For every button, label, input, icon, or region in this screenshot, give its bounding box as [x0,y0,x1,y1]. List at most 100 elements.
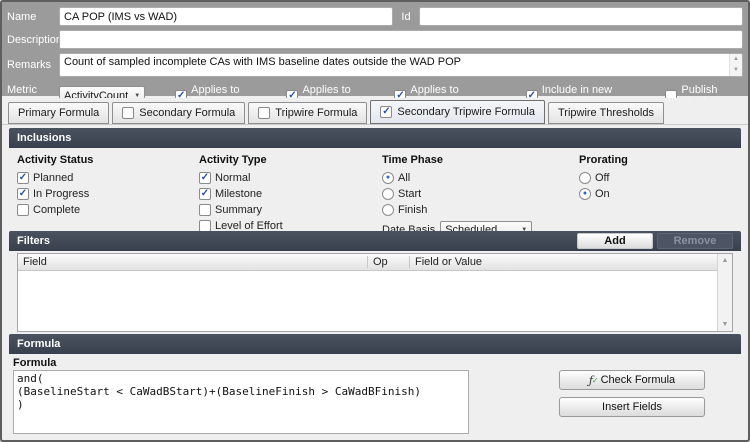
form-header: Name Id Description Remarks Count of sam… [2,2,748,96]
option-label: Off [595,172,609,184]
tab-tripwire-thresholds[interactable]: Tripwire Thresholds [548,102,664,124]
remarks-input[interactable]: Count of sampled incomplete CAs with IMS… [59,53,743,77]
add-filter-button[interactable]: Add [577,233,653,249]
column-field[interactable]: Field [18,256,368,268]
metric-editor-window: Name Id Description Remarks Count of sam… [0,0,750,442]
prorating-group: Prorating Off ● On [579,154,628,202]
scroll-down-icon[interactable]: ▼ [730,65,742,76]
checkbox-icon[interactable] [122,107,134,119]
scroll-up-icon[interactable]: ▲ [730,54,742,65]
radio-off[interactable]: Off [579,170,628,185]
filters-table: Field Op Field or Value ▲ ▼ [17,253,733,332]
checkbox-icon [199,204,211,216]
filters-table-header: Field Op Field or Value [18,254,717,271]
option-label: In Progress [33,188,89,200]
tab-label: Secondary Formula [139,107,235,119]
name-row: Name Id [7,7,743,26]
scroll-down-icon[interactable]: ▼ [718,318,732,331]
radio-all[interactable]: ● All [382,170,532,185]
option-label: Planned [33,172,73,184]
option-label: Complete [33,204,80,216]
check-formula-button[interactable]: ƒ✓ Check Formula [559,370,705,390]
tab-secondary-formula[interactable]: Secondary Formula [112,102,245,124]
section-title: Inclusions [17,128,733,148]
description-row: Description [7,30,743,49]
checkbox-icon [17,204,29,216]
checkbox-icon: ✓ [17,188,29,200]
radio-icon: ● [579,188,591,200]
tab-label: Tripwire Formula [275,107,357,119]
group-title: Activity Status [17,154,93,166]
tab-label: Primary Formula [18,107,99,119]
button-label: Check Formula [601,374,676,386]
tab-label: Secondary Tripwire Formula [397,106,535,118]
remarks-text: Count of sampled incomplete CAs with IMS… [60,54,729,76]
scroll-up-icon[interactable]: ▲ [718,254,732,267]
tab-tripwire-formula[interactable]: Tripwire Formula [248,102,367,124]
formula-header: Formula [9,334,741,354]
filters-scrollbar[interactable]: ▲ ▼ [717,254,732,331]
column-field-or-value[interactable]: Field or Value [410,256,717,268]
formula-sublabel: Formula [13,357,56,369]
formula-buttons: ƒ✓ Check Formula Insert Fields [559,370,705,424]
inclusions-header: Inclusions [9,128,741,148]
formula-body: Formula and( (BaselineStart < CaWadBStar… [9,354,741,440]
checkbox-icon: ✓ [199,172,211,184]
remarks-label: Remarks [7,59,59,71]
remarks-row: Remarks Count of sampled incomplete CAs … [7,53,743,77]
formula-tabbar: Primary Formula Secondary Formula Tripwi… [2,98,748,125]
filters-table-body[interactable] [18,271,717,331]
filters-section: Filters Add Remove Field Op Field or Val… [9,231,741,332]
option-label: On [595,188,610,200]
tab-label: Tripwire Thresholds [558,107,654,119]
option-label: Start [398,188,421,200]
checkbox-icon[interactable]: ✓ [380,106,392,118]
checkbox-icon [199,220,211,232]
group-title: Activity Type [199,154,283,166]
checkbox-icon: ✓ [17,172,29,184]
option-milestone[interactable]: ✓ Milestone [199,186,283,201]
option-label: Milestone [215,188,262,200]
group-title: Time Phase [382,154,532,166]
checkbox-icon[interactable] [258,107,270,119]
description-input[interactable] [59,30,743,49]
group-title: Prorating [579,154,628,166]
section-title: Filters [17,231,573,251]
checkbox-icon: ✓ [199,188,211,200]
radio-icon: ● [382,172,394,184]
option-summary[interactable]: Summary [199,202,283,217]
remarks-scrollbar[interactable]: ▲ ▼ [729,54,742,76]
insert-fields-button[interactable]: Insert Fields [559,397,705,417]
remove-filter-button[interactable]: Remove [657,233,733,249]
option-label: Level of Effort [215,220,283,232]
tab-primary-formula[interactable]: Primary Formula [8,102,109,124]
id-label: Id [393,11,419,23]
id-input[interactable] [419,7,743,26]
activity-type-group: Activity Type ✓ Normal ✓ Milestone Summa… [199,154,283,234]
button-label: Insert Fields [602,401,662,413]
name-input[interactable] [59,7,393,26]
radio-on[interactable]: ● On [579,186,628,201]
option-in-progress[interactable]: ✓ In Progress [17,186,93,201]
time-phase-group: Time Phase ● All Start Finish Date Basis… [382,154,532,239]
radio-start[interactable]: Start [382,186,532,201]
radio-icon [382,188,394,200]
column-op[interactable]: Op [368,256,410,268]
radio-icon [579,172,591,184]
option-normal[interactable]: ✓ Normal [199,170,283,185]
activity-status-group: Activity Status ✓ Planned ✓ In Progress … [17,154,93,218]
section-title: Formula [17,334,733,354]
radio-icon [382,204,394,216]
name-label: Name [7,11,59,23]
formula-input[interactable]: and( (BaselineStart < CaWadBStart)+(Base… [13,370,469,434]
formula-section: Formula Formula and( (BaselineStart < Ca… [9,334,741,440]
check-icon: ✓ [592,376,599,385]
option-label: Normal [215,172,250,184]
option-label: Summary [215,204,262,216]
option-planned[interactable]: ✓ Planned [17,170,93,185]
option-label: All [398,172,410,184]
tab-secondary-tripwire-formula[interactable]: ✓ Secondary Tripwire Formula [370,100,545,124]
inclusions-body: Activity Status ✓ Planned ✓ In Progress … [9,148,741,230]
radio-finish[interactable]: Finish [382,202,532,217]
option-complete[interactable]: Complete [17,202,93,217]
